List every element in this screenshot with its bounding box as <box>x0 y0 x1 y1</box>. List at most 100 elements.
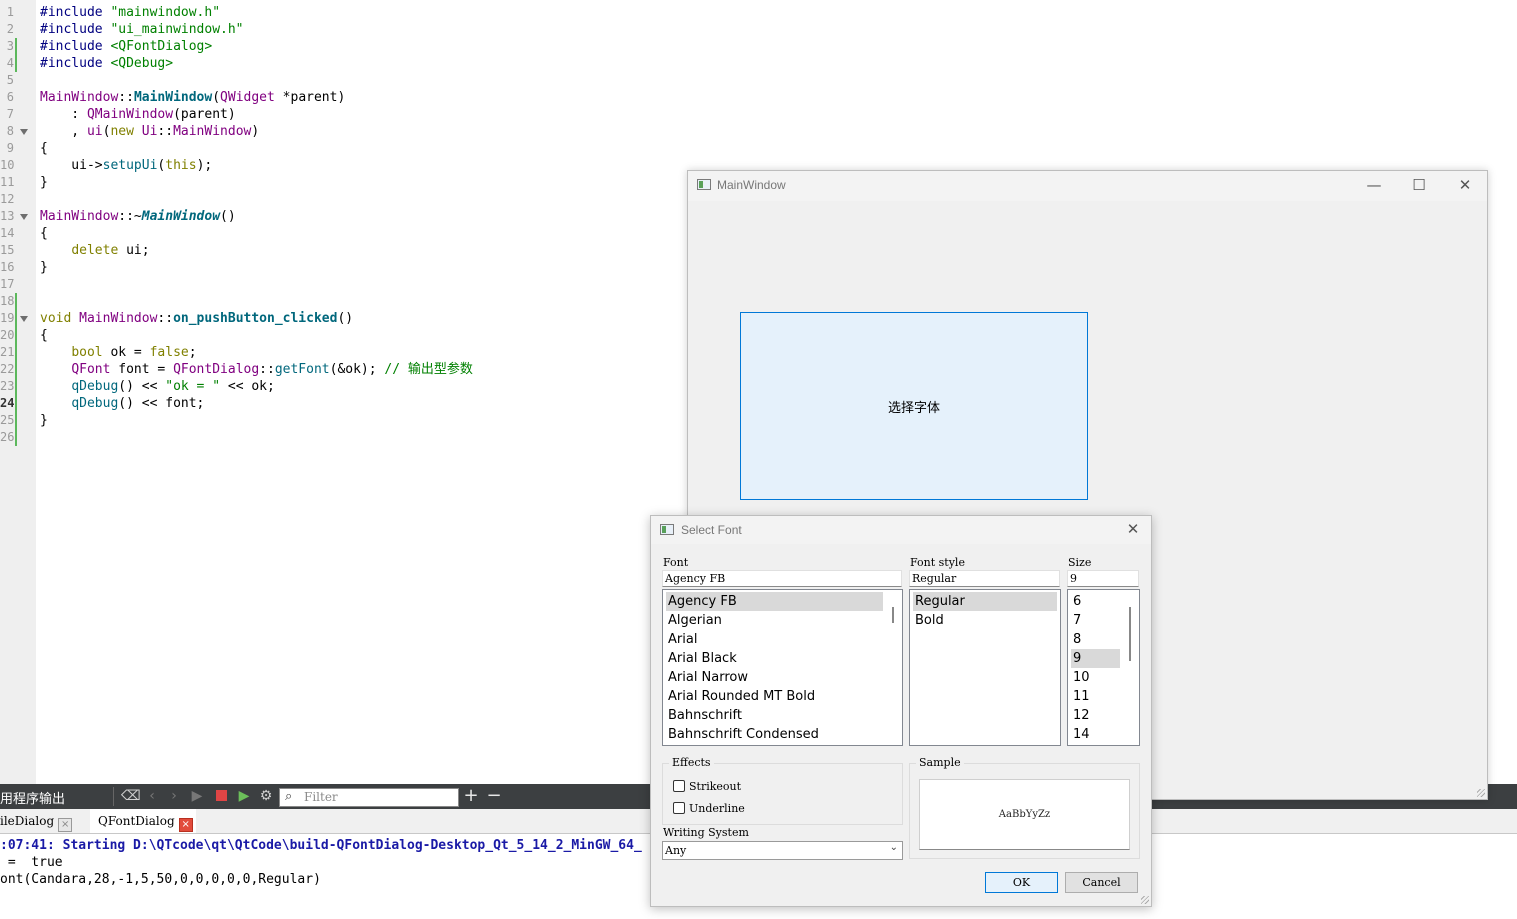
line-number: 12 <box>0 192 14 206</box>
code-token: delete <box>71 243 119 258</box>
zoom-in-icon[interactable]: + <box>463 787 479 805</box>
next-item-icon[interactable]: › <box>166 788 182 804</box>
font-list-item[interactable]: Arial Rounded MT Bold <box>666 687 883 706</box>
font-list-item[interactable]: Bahnschrift <box>666 706 883 725</box>
code-line[interactable]: #include "mainwindow.h" <box>40 4 220 21</box>
debug-run-icon[interactable]: ▶ <box>236 788 252 804</box>
code-token: MainWindow <box>141 209 221 224</box>
minimize-icon[interactable]: — <box>1359 174 1389 196</box>
line-number: 26 <box>0 430 14 444</box>
dialog-titlebar[interactable]: Select Font ✕ <box>651 516 1151 544</box>
code-line[interactable]: { <box>40 225 48 242</box>
font-list-item[interactable]: Arial Narrow <box>666 668 883 687</box>
font-size-list[interactable]: 6 7 8 9 10 11 12 14 <box>1067 589 1140 746</box>
style-list-item[interactable]: Regular <box>913 592 1057 611</box>
fold-arrow-icon[interactable] <box>20 214 28 220</box>
cancel-button[interactable]: Cancel <box>1065 872 1138 893</box>
code-line[interactable]: #include <QDebug> <box>40 55 173 72</box>
line-number: 10 <box>0 158 14 172</box>
font-list-item[interactable]: Bahnschrift Condensed <box>666 725 883 744</box>
size-list-item[interactable]: 10 <box>1071 668 1120 687</box>
fold-arrow-icon[interactable] <box>20 129 28 135</box>
resize-grip-icon[interactable] <box>1141 896 1149 904</box>
code-line[interactable]: : QMainWindow(parent) <box>40 106 236 123</box>
settings-gear-icon[interactable]: ⚙ <box>258 788 274 804</box>
tab-qfontdialog[interactable]: QFontDialog × <box>90 809 196 833</box>
stop-icon[interactable] <box>213 788 229 804</box>
choose-font-button[interactable]: 选择字体 <box>740 312 1088 500</box>
font-list-item[interactable]: Algerian <box>666 611 883 630</box>
code-line[interactable]: } <box>40 259 48 276</box>
font-style-input[interactable]: Regular <box>909 570 1060 587</box>
size-list-item[interactable]: 9 <box>1071 649 1120 668</box>
code-line[interactable]: , ui(new Ui::MainWindow) <box>40 123 259 140</box>
close-icon[interactable]: ✕ <box>1123 519 1143 539</box>
change-marker <box>15 38 17 72</box>
font-name-input[interactable]: Agency FB <box>662 570 902 587</box>
previous-item-icon[interactable]: ‹ <box>144 788 160 804</box>
ok-button[interactable]: OK <box>985 872 1058 893</box>
code-line[interactable]: { <box>40 140 48 157</box>
output-filter-input[interactable]: ⌕ Filter <box>279 788 459 807</box>
code-line[interactable]: } <box>40 174 48 191</box>
font-style-list[interactable]: Regular Bold <box>909 589 1061 746</box>
code-line[interactable]: delete ui; <box>40 242 150 259</box>
code-token: <QFontDialog> <box>110 39 213 54</box>
size-list-item[interactable]: 6 <box>1071 592 1120 611</box>
code-line[interactable]: { <box>40 327 48 344</box>
code-token: QWidget <box>220 90 275 105</box>
code-line[interactable]: bool ok = false; <box>40 344 196 361</box>
line-number: 19 <box>0 311 14 325</box>
font-size-input[interactable]: 9 <box>1067 570 1139 587</box>
code-token: ui; <box>118 243 150 258</box>
size-list-item[interactable]: 7 <box>1071 611 1120 630</box>
underline-checkbox[interactable] <box>673 802 685 814</box>
font-family-list[interactable]: Agency FB Algerian Arial Arial Black Arial N… <box>662 589 903 746</box>
code-line[interactable]: #include <QFontDialog> <box>40 38 212 55</box>
line-number: 21 <box>0 345 14 359</box>
line-number: 22 <box>0 362 14 376</box>
scrollbar-thumb[interactable] <box>892 607 894 623</box>
size-list-scrollbar[interactable] <box>1122 591 1138 744</box>
search-icon: ⌕ <box>285 789 293 804</box>
code-token: MainWindow <box>40 209 119 224</box>
scrollbar-thumb[interactable] <box>1129 607 1131 661</box>
maximize-icon[interactable]: ☐ <box>1404 174 1434 196</box>
code-token: (parent) <box>173 107 236 122</box>
font-list-item[interactable]: Arial Black <box>666 649 883 668</box>
code-line[interactable]: MainWindow::~MainWindow() <box>40 208 236 225</box>
size-list-item[interactable]: 14 <box>1071 725 1120 744</box>
line-number: 15 <box>0 243 14 257</box>
resize-grip-icon[interactable] <box>1477 789 1485 797</box>
tab-filedialog[interactable]: ileDialog × <box>0 809 73 833</box>
strikeout-checkbox[interactable] <box>673 780 685 792</box>
close-icon[interactable]: ✕ <box>1450 174 1480 196</box>
main-window-titlebar[interactable]: MainWindow — ☐ ✕ <box>688 171 1487 201</box>
size-list-item[interactable]: 11 <box>1071 687 1120 706</box>
code-line[interactable]: void MainWindow::on_pushButton_clicked() <box>40 310 353 327</box>
fold-arrow-icon[interactable] <box>20 316 28 322</box>
code-line[interactable]: qDebug() << font; <box>40 395 204 412</box>
run-icon[interactable]: ▶ <box>189 788 205 804</box>
code-line[interactable]: qDebug() << "ok = " << ok; <box>40 378 275 395</box>
effects-label: Effects <box>669 756 714 769</box>
font-list-item[interactable]: Agency FB <box>666 592 883 611</box>
code-line[interactable]: #include "ui_mainwindow.h" <box>40 21 244 38</box>
code-line[interactable]: QFont font = QFontDialog::getFont(&ok); … <box>40 361 473 378</box>
size-list-item[interactable]: 8 <box>1071 630 1120 649</box>
style-list-item[interactable]: Bold <box>913 611 1057 630</box>
close-icon[interactable]: × <box>178 818 193 832</box>
code-line[interactable]: } <box>40 412 48 429</box>
clear-output-icon[interactable]: ⌫ <box>121 788 141 804</box>
close-icon[interactable]: × <box>58 818 73 832</box>
size-list-item[interactable]: 12 <box>1071 706 1120 725</box>
code-line[interactable]: MainWindow::MainWindow(QWidget *parent) <box>40 89 345 106</box>
font-list-scrollbar[interactable] <box>885 591 901 744</box>
code-line[interactable]: ui->setupUi(this); <box>40 157 212 174</box>
code-token: QFontDialog <box>173 362 260 377</box>
font-list-item[interactable]: Arial <box>666 630 883 649</box>
writing-system-select[interactable]: Any ⌄ <box>662 841 903 860</box>
zoom-out-icon[interactable]: − <box>486 787 502 805</box>
code-token: ( <box>212 90 221 105</box>
